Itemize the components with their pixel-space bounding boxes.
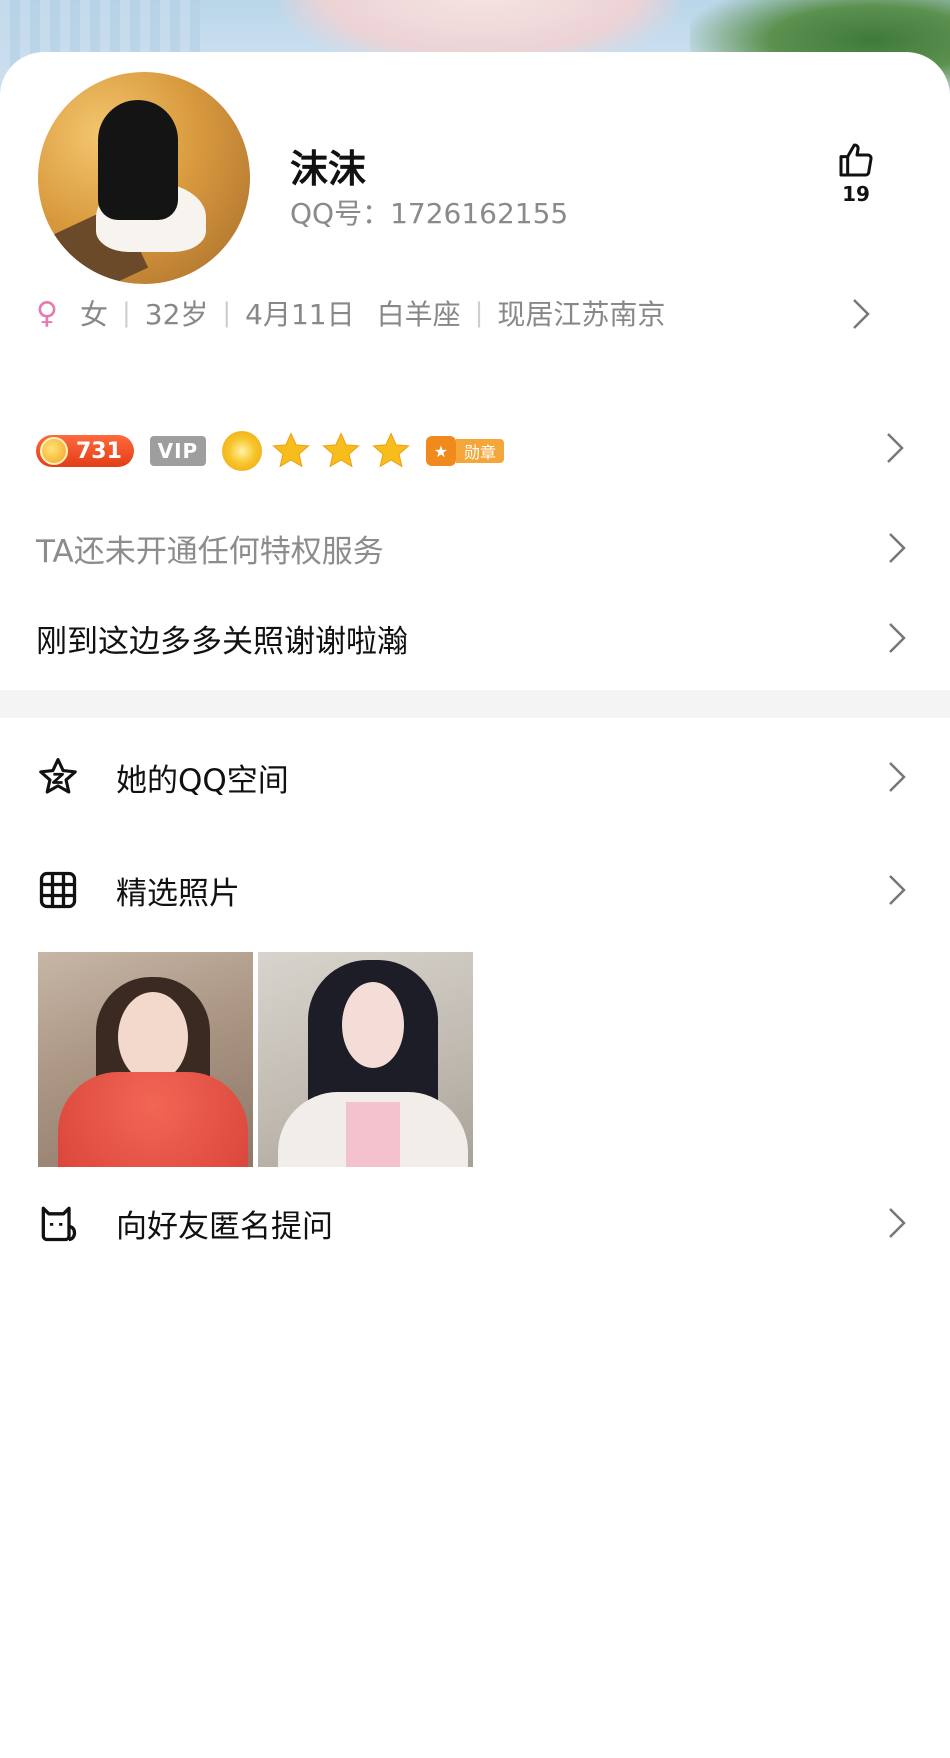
featured-photo[interactable]: [38, 952, 253, 1167]
chevron-right-icon: [889, 1208, 906, 1238]
privilege-text: TA还未开通任何特权服务: [36, 533, 384, 570]
anonymous-question-row[interactable]: 向好友匿名提问: [36, 1188, 916, 1258]
photo-sweater: [58, 1072, 248, 1167]
like-button[interactable]: 19: [828, 140, 884, 206]
profile-card: 沫沫 QQ号：1726162155 19 ♀ 女 | 32岁 | 4月11日 白…: [0, 52, 950, 1758]
star-level-icon: [272, 432, 310, 468]
photo-face: [118, 992, 188, 1082]
qzone-row[interactable]: 她的QQ空间: [36, 742, 916, 812]
medal-star-icon: ★: [425, 436, 456, 466]
photo-top: [346, 1102, 400, 1167]
chevron-right-icon: [889, 762, 906, 792]
cat-face-icon: [41, 1206, 77, 1242]
medal-badge: ★ 勋章: [425, 436, 504, 466]
level-value: 731: [76, 438, 122, 464]
gender-text: 女: [79, 298, 108, 331]
photos-label: 精选照片: [116, 875, 240, 912]
info-separator: |: [122, 298, 131, 328]
coin-icon: [40, 437, 68, 465]
qzone-label: 她的QQ空间: [116, 762, 289, 799]
female-icon: ♀: [36, 295, 58, 331]
avatar-hair: [98, 100, 178, 220]
ask-label: 向好友匿名提问: [116, 1208, 333, 1245]
signature-row[interactable]: 刚到这边多多关照谢谢啦瀚: [36, 608, 916, 668]
qq-number: QQ号：1726162155: [290, 197, 569, 230]
chevron-right-icon: [889, 533, 906, 563]
chevron-right-icon: [889, 875, 906, 905]
badges-row[interactable]: 731 VIP ★ 勋章: [36, 430, 504, 472]
avatar[interactable]: [38, 72, 250, 284]
birthday-text: 4月11日: [245, 298, 355, 331]
photo-face: [342, 982, 404, 1068]
photo-strip: [38, 952, 473, 1167]
sun-level-icon: [221, 431, 262, 471]
qzone-star-icon: [39, 758, 77, 794]
zodiac-text: 白羊座: [376, 298, 461, 331]
chevron-right-icon[interactable]: [884, 430, 906, 466]
thumbs-up-icon: [839, 143, 873, 177]
star-level-icon: [322, 432, 360, 468]
medal-label: 勋章: [455, 439, 504, 463]
chevron-right-icon: [853, 299, 870, 329]
profile-name: 沫沫: [290, 147, 367, 191]
signature-text: 刚到这边多多关照谢谢啦瀚: [36, 623, 408, 660]
level-badge: 731: [36, 435, 134, 467]
age-text: 32岁: [144, 298, 209, 331]
featured-photo[interactable]: [258, 952, 473, 1167]
privilege-row[interactable]: TA还未开通任何特权服务: [36, 518, 916, 578]
vip-badge: VIP: [149, 436, 206, 466]
chevron-right-icon: [889, 623, 906, 653]
location-text: 现居江苏南京: [497, 298, 666, 331]
basic-info-row[interactable]: ♀ 女 | 32岁 | 4月11日 白羊座 | 现居江苏南京: [36, 288, 916, 338]
info-separator: |: [222, 298, 232, 328]
featured-photos-row[interactable]: 精选照片: [36, 855, 916, 925]
star-level-icon: [372, 432, 410, 468]
grid-icon: [39, 871, 77, 909]
section-divider: [0, 690, 950, 718]
info-separator: |: [474, 298, 484, 328]
like-count: 19: [842, 182, 870, 206]
